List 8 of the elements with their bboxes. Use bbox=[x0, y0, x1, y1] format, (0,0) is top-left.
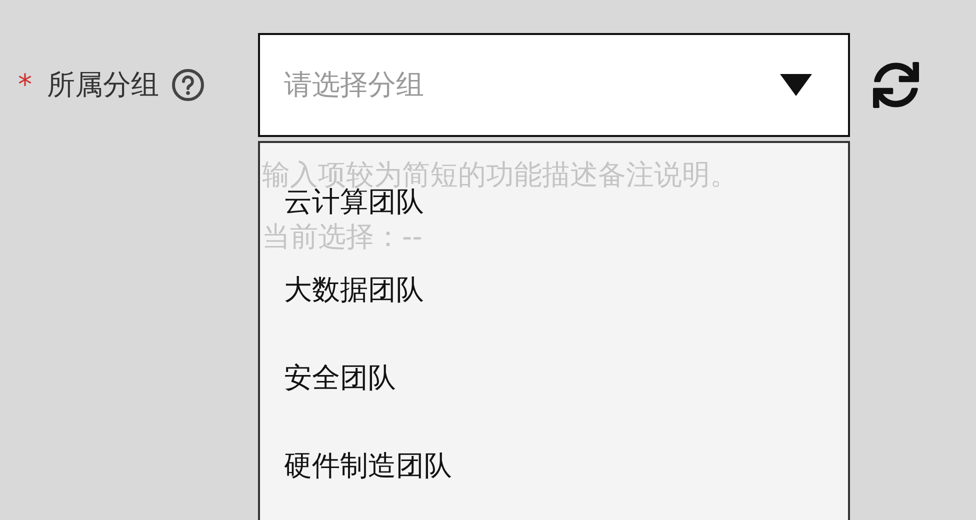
dropdown-option[interactable]: 大数据团队 bbox=[282, 275, 426, 305]
help-icon[interactable] bbox=[171, 68, 205, 102]
field-label: 所属分组 bbox=[47, 67, 159, 103]
caret-icon bbox=[780, 74, 812, 96]
dropdown-option[interactable]: 安全团队 bbox=[282, 363, 398, 393]
refresh-icon[interactable] bbox=[873, 62, 919, 108]
required-asterisk: * bbox=[17, 67, 33, 103]
dropdown-option[interactable]: 硬件制造团队 bbox=[282, 451, 454, 481]
